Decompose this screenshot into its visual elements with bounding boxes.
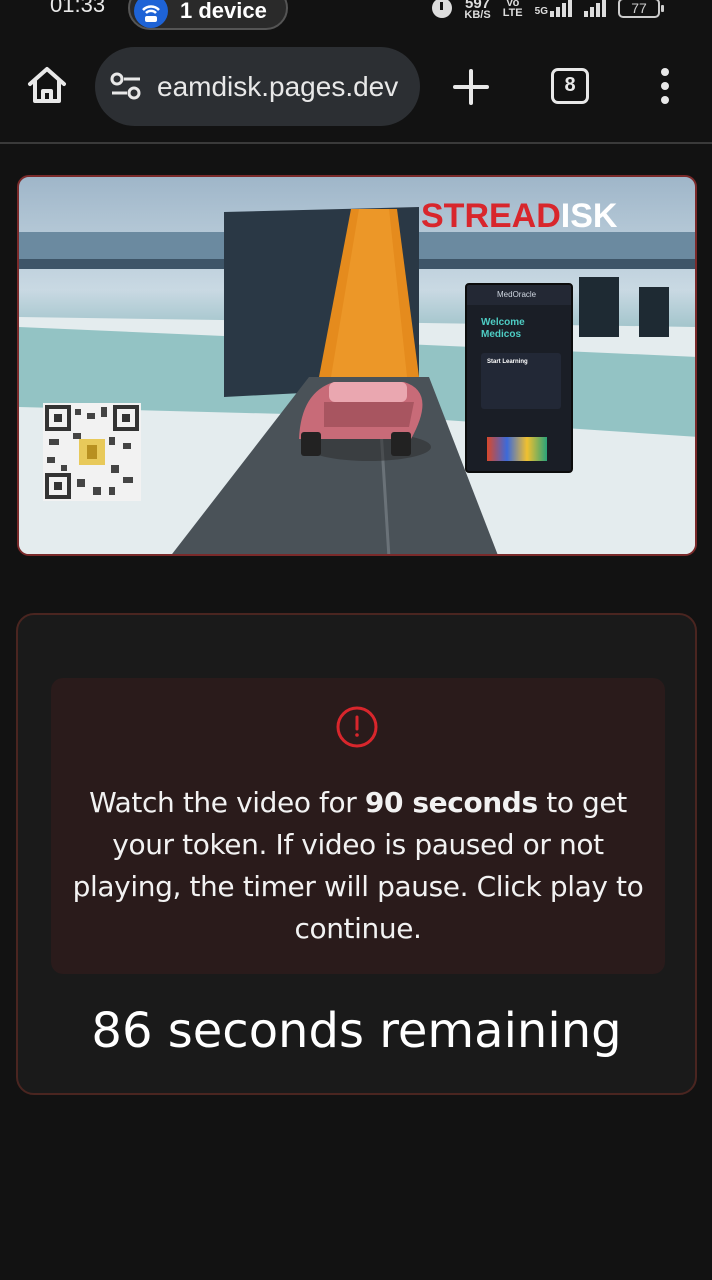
overflow-menu-button[interactable] (650, 66, 680, 106)
video-player[interactable]: STREADISK MedOracle Welcome Medicos Star… (17, 175, 697, 556)
new-tab-button[interactable] (448, 64, 494, 110)
phone-welcome-line-1: Welcome (481, 317, 525, 328)
streamdisk-watermark: STREADISK (421, 197, 617, 236)
phone-welcome-line-2: Medicos (481, 329, 522, 340)
tab-switcher-button[interactable]: 8 (551, 68, 589, 104)
home-icon (28, 67, 66, 103)
alert-circle-icon (336, 706, 378, 748)
notice-box: Watch the video for 90 seconds to get yo… (51, 678, 665, 974)
hotspot-icon (134, 0, 168, 28)
url-text[interactable]: eamdisk.pages.dev (157, 71, 398, 103)
phone-welcome: Welcome Medicos (481, 317, 525, 341)
kebab-menu-icon (661, 68, 669, 104)
hotspot-label: 1 device (180, 0, 267, 23)
network-speed-unit: KB/S (464, 8, 491, 21)
watermark-part-2: D (536, 197, 561, 235)
status-icons: 597 KB/S Vo LTE 5G 77 (432, 0, 664, 22)
signal-icon-1 (550, 0, 572, 17)
status-bar: 01:33 1 device 597 KB/S Vo LTE 5G 77 (0, 0, 712, 34)
qr-code (43, 403, 141, 501)
tune-icon[interactable] (109, 71, 143, 101)
phone-art-image (487, 437, 547, 461)
battery-icon: 77 (618, 0, 664, 18)
network-5g-label: 5G (534, 6, 548, 17)
signal-icon-2 (584, 0, 606, 17)
status-time: 01:33 (50, 0, 106, 17)
phone-card-title: Start Learning (487, 359, 528, 365)
signal-5g: 5G (535, 0, 572, 17)
address-bar[interactable]: eamdisk.pages.dev (95, 47, 420, 126)
phone-app-name: MedOracle (497, 290, 537, 299)
home-button[interactable] (22, 60, 72, 110)
network-speed: 597 KB/S (464, 0, 490, 20)
volte-bottom: LTE (502, 7, 523, 19)
notice-duration: 90 seconds (364, 786, 538, 819)
hotspot-indicator[interactable]: 1 device (128, 0, 288, 30)
browser-toolbar: eamdisk.pages.dev 8 (0, 34, 712, 142)
notice-text: Watch the video for 90 seconds to get yo… (71, 782, 645, 950)
token-timer-card: Watch the video for 90 seconds to get yo… (16, 613, 697, 1095)
phone-app-bar: MedOracle (467, 285, 571, 305)
watermark-part-3: ISK (560, 197, 618, 235)
volte-indicator: Vo LTE (502, 0, 523, 19)
countdown-text: 86 seconds remaining (91, 1003, 622, 1059)
plus-icon (453, 69, 489, 105)
phone-mockup: MedOracle Welcome Medicos Start Learning (465, 283, 573, 473)
toolbar-divider (0, 142, 712, 144)
notice-prefix: Watch the video for (89, 786, 365, 819)
phone-card: Start Learning (481, 353, 561, 409)
alarm-icon (432, 0, 453, 18)
watermark-part-1: STREA (421, 197, 537, 235)
